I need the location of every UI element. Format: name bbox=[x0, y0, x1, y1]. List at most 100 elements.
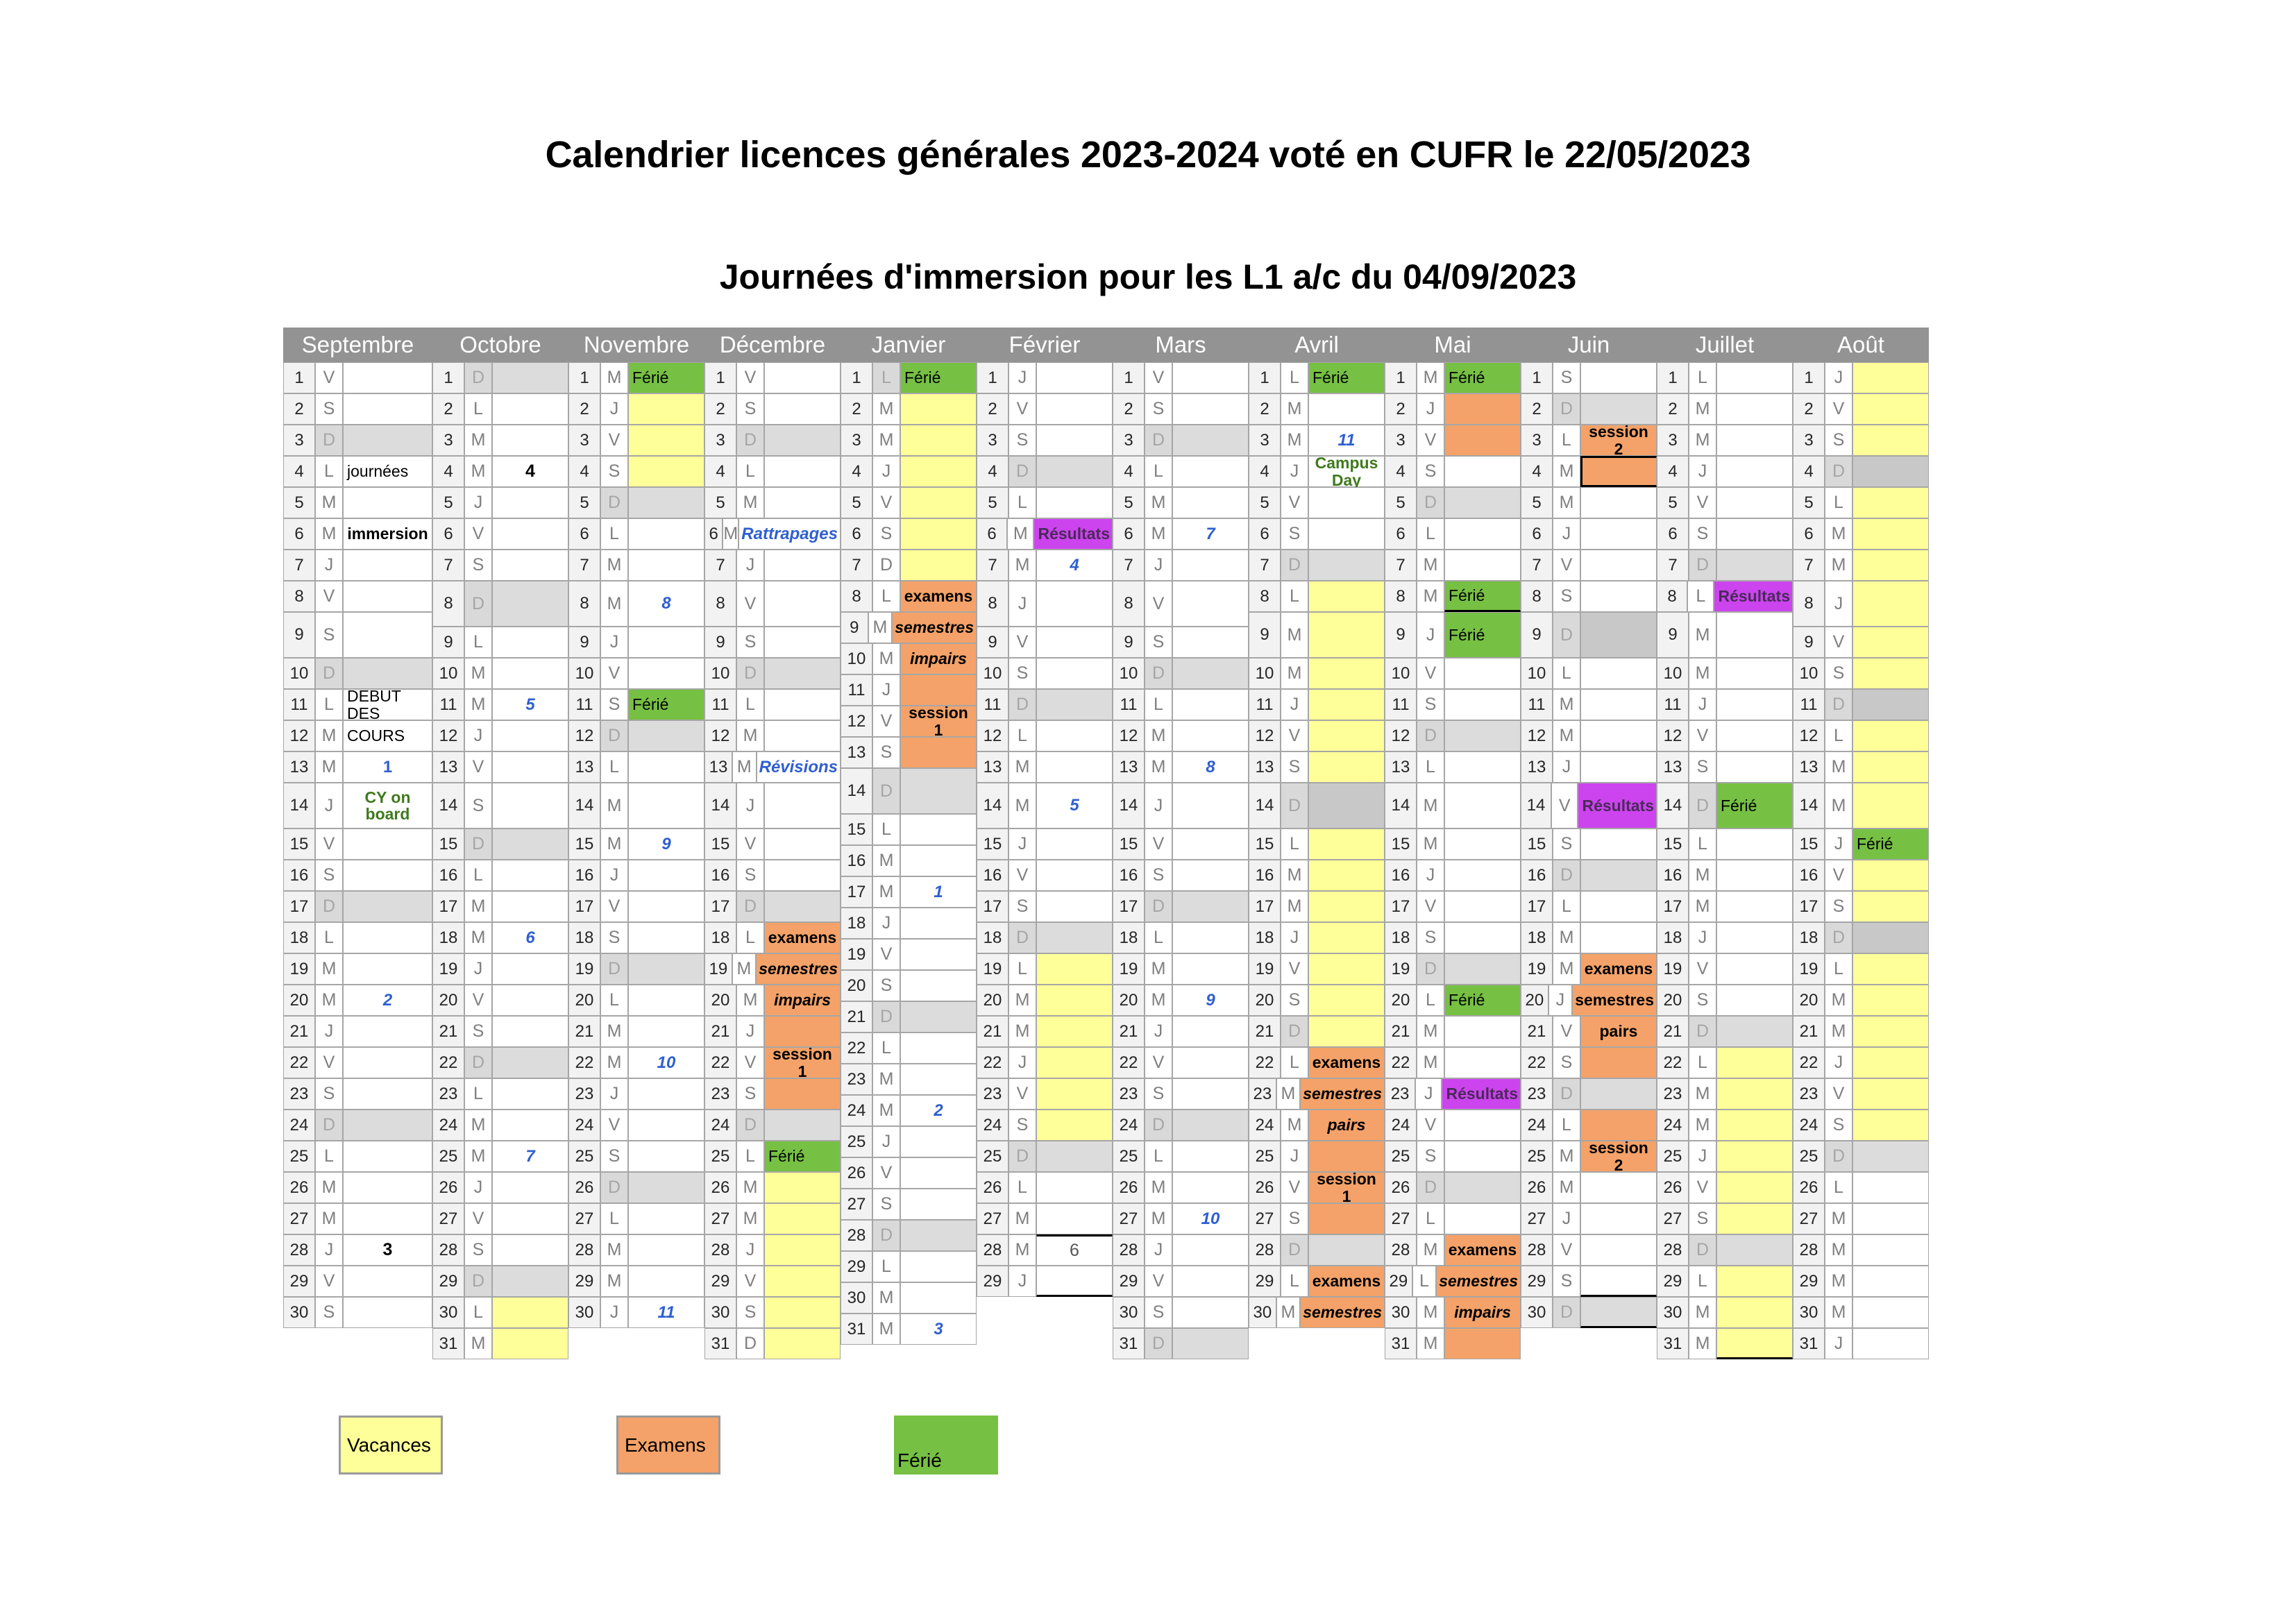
day-note-cell[interactable] bbox=[1852, 720, 1929, 751]
day-note-cell[interactable]: Férié bbox=[1716, 783, 1793, 829]
day-note-cell[interactable] bbox=[492, 487, 568, 518]
day-note-cell[interactable] bbox=[628, 953, 704, 985]
day-note-cell[interactable] bbox=[1580, 581, 1657, 612]
day-note-cell[interactable]: Résultats bbox=[1033, 518, 1113, 550]
day-note-cell[interactable] bbox=[1716, 1047, 1793, 1078]
day-note-cell[interactable] bbox=[628, 456, 704, 487]
day-note-cell[interactable] bbox=[343, 612, 432, 658]
day-note-cell[interactable] bbox=[1852, 456, 1929, 487]
day-note-cell[interactable]: 11 bbox=[628, 1297, 704, 1328]
day-note-cell[interactable]: session 1 bbox=[900, 704, 977, 738]
day-note-cell[interactable]: semestres bbox=[756, 953, 841, 985]
day-note-cell[interactable] bbox=[1308, 1141, 1385, 1172]
day-note-cell[interactable] bbox=[1716, 612, 1793, 658]
day-note-cell[interactable]: Résultats bbox=[1714, 581, 1793, 612]
day-note-cell[interactable] bbox=[764, 581, 841, 627]
day-note-cell[interactable] bbox=[1852, 1234, 1929, 1266]
day-note-cell[interactable] bbox=[628, 550, 704, 581]
day-note-cell[interactable] bbox=[1172, 487, 1249, 518]
day-note-cell[interactable] bbox=[1580, 393, 1657, 425]
day-note-cell[interactable] bbox=[1036, 1266, 1113, 1297]
day-note-cell[interactable] bbox=[628, 487, 704, 518]
day-note-cell[interactable]: Férié bbox=[764, 1141, 841, 1172]
day-note-cell[interactable] bbox=[1308, 1328, 1385, 1359]
day-note-cell[interactable] bbox=[1716, 985, 1793, 1016]
day-note-cell[interactable] bbox=[1172, 1078, 1249, 1110]
day-note-cell[interactable] bbox=[1852, 860, 1929, 891]
day-note-cell[interactable] bbox=[343, 581, 432, 612]
day-note-cell[interactable] bbox=[1172, 689, 1249, 720]
day-note-cell[interactable] bbox=[492, 783, 568, 829]
day-note-cell[interactable] bbox=[628, 1110, 704, 1141]
day-note-cell[interactable]: session 1 bbox=[764, 1046, 841, 1080]
day-note-cell[interactable] bbox=[1172, 922, 1249, 953]
day-note-cell[interactable]: Férié bbox=[1444, 985, 1521, 1016]
day-note-cell[interactable] bbox=[1172, 953, 1249, 985]
day-note-cell[interactable]: pairs bbox=[1308, 1110, 1385, 1141]
day-note-cell[interactable] bbox=[1172, 1266, 1249, 1297]
day-note-cell[interactable] bbox=[1308, 393, 1385, 425]
day-note-cell[interactable] bbox=[1444, 1172, 1521, 1203]
day-note-cell[interactable] bbox=[764, 860, 841, 891]
day-note-cell[interactable] bbox=[1444, 720, 1521, 751]
day-note-cell[interactable] bbox=[1308, 1234, 1385, 1266]
day-note-cell[interactable] bbox=[1852, 518, 1929, 550]
day-note-cell[interactable] bbox=[1444, 1203, 1521, 1234]
day-note-cell[interactable]: Férié bbox=[900, 362, 977, 393]
day-note-cell[interactable] bbox=[1580, 829, 1657, 860]
day-note-cell[interactable] bbox=[764, 1203, 841, 1234]
day-note-cell[interactable]: examens bbox=[1308, 1266, 1385, 1297]
day-note-cell[interactable] bbox=[343, 860, 432, 891]
day-note-cell[interactable] bbox=[492, 1110, 568, 1141]
day-note-cell[interactable]: COURS bbox=[343, 720, 432, 751]
day-note-cell[interactable] bbox=[343, 658, 432, 689]
day-note-cell[interactable]: semestres bbox=[892, 612, 977, 643]
day-note-cell[interactable] bbox=[1444, 783, 1521, 829]
day-note-cell[interactable] bbox=[343, 1078, 432, 1110]
day-note-cell[interactable] bbox=[1036, 362, 1113, 393]
day-note-cell[interactable] bbox=[1036, 953, 1113, 985]
day-note-cell[interactable] bbox=[764, 1297, 841, 1328]
day-note-cell[interactable]: 8 bbox=[628, 581, 704, 627]
day-note-cell[interactable] bbox=[900, 1189, 977, 1220]
day-note-cell[interactable] bbox=[1172, 627, 1249, 658]
day-note-cell[interactable] bbox=[1580, 689, 1657, 720]
day-note-cell[interactable] bbox=[1444, 393, 1521, 425]
day-note-cell[interactable]: Campus Day bbox=[1308, 454, 1385, 488]
day-note-cell[interactable] bbox=[1444, 1110, 1521, 1141]
day-note-cell[interactable]: 3 bbox=[343, 1234, 432, 1266]
day-note-cell[interactable] bbox=[492, 1078, 568, 1110]
day-note-cell[interactable] bbox=[628, 393, 704, 425]
day-note-cell[interactable] bbox=[1852, 1047, 1929, 1078]
day-note-cell[interactable] bbox=[764, 627, 841, 658]
day-note-cell[interactable] bbox=[1716, 362, 1793, 393]
day-note-cell[interactable] bbox=[492, 891, 568, 922]
day-note-cell[interactable] bbox=[1036, 1297, 1113, 1328]
day-note-cell[interactable]: Résultats bbox=[1442, 1078, 1521, 1110]
day-note-cell[interactable] bbox=[343, 487, 432, 518]
day-note-cell[interactable] bbox=[1580, 1328, 1657, 1359]
day-note-cell[interactable] bbox=[1172, 393, 1249, 425]
day-note-cell[interactable] bbox=[1036, 393, 1113, 425]
day-note-cell[interactable] bbox=[343, 1141, 432, 1172]
day-note-cell[interactable] bbox=[1172, 1328, 1249, 1359]
day-note-cell[interactable] bbox=[1716, 860, 1793, 891]
day-note-cell[interactable] bbox=[764, 456, 841, 487]
day-note-cell[interactable] bbox=[492, 425, 568, 456]
day-note-cell[interactable]: 5 bbox=[1036, 783, 1113, 829]
day-note-cell[interactable] bbox=[1444, 891, 1521, 922]
day-note-cell[interactable] bbox=[1444, 922, 1521, 953]
day-note-cell[interactable] bbox=[1716, 1110, 1793, 1141]
day-note-cell[interactable] bbox=[343, 1297, 432, 1328]
day-note-cell[interactable] bbox=[764, 658, 841, 689]
day-note-cell[interactable] bbox=[492, 1266, 568, 1297]
day-note-cell[interactable] bbox=[1852, 1297, 1929, 1328]
day-note-cell[interactable] bbox=[1444, 456, 1521, 487]
day-note-cell[interactable] bbox=[900, 487, 977, 518]
day-note-cell[interactable] bbox=[1172, 720, 1249, 751]
day-note-cell[interactable] bbox=[900, 845, 977, 876]
day-note-cell[interactable] bbox=[900, 1157, 977, 1189]
day-note-cell[interactable] bbox=[900, 1126, 977, 1157]
day-note-cell[interactable]: Férié bbox=[1852, 829, 1929, 860]
day-note-cell[interactable] bbox=[1580, 1078, 1657, 1110]
